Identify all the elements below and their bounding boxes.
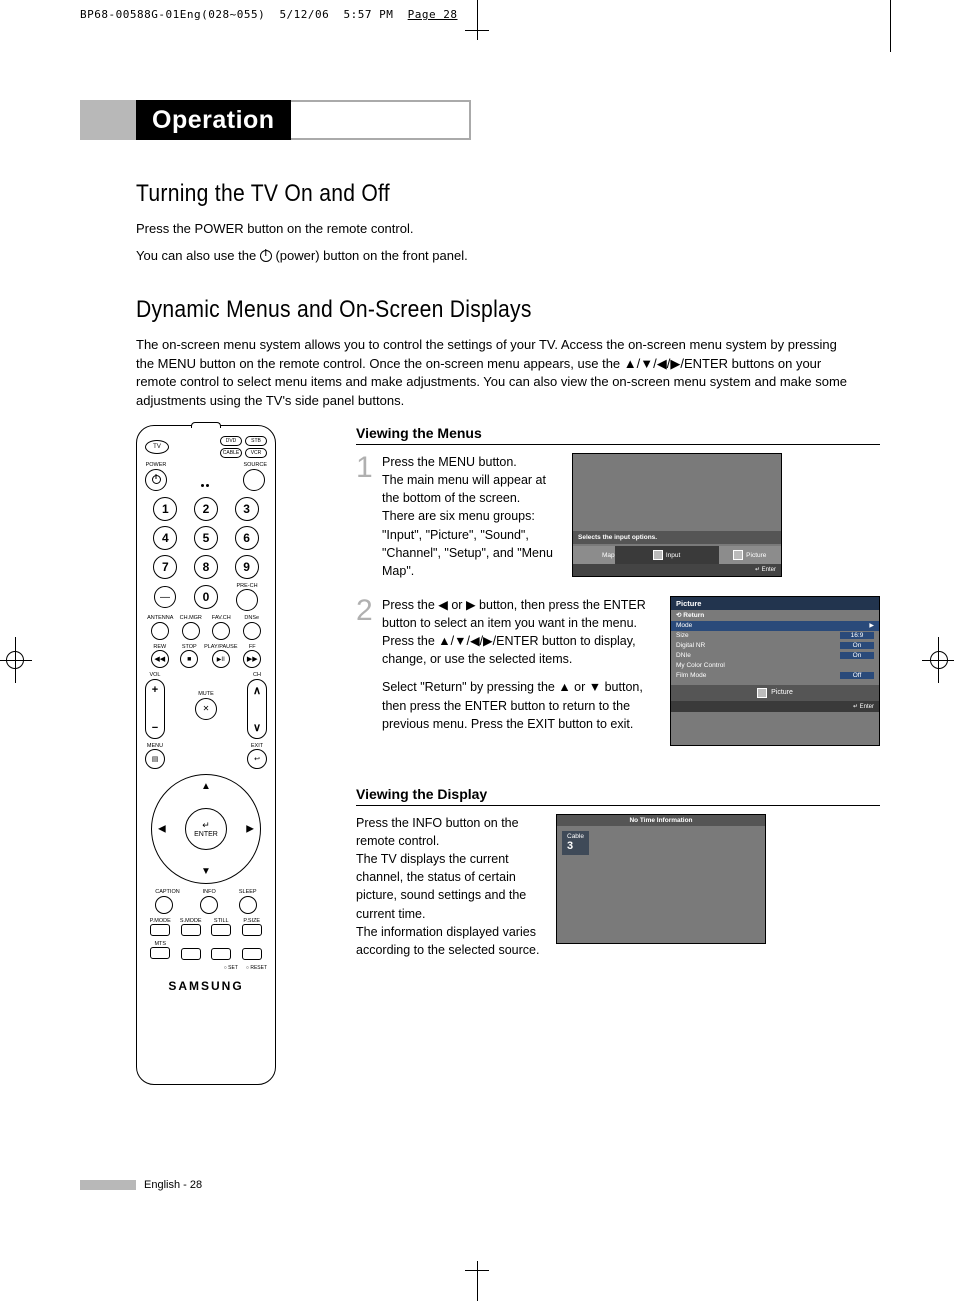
mts-button	[150, 947, 170, 959]
digit-3: 3	[235, 497, 259, 521]
dvd-button: DVD	[220, 436, 242, 446]
print-job-header: BP68-00588G-01Eng(028~055) 5/12/06 5:57 …	[80, 8, 458, 21]
volume-rocker: +−	[145, 679, 165, 739]
digit-2: 2	[194, 497, 218, 521]
body-text: You can also use the (power) button on t…	[136, 247, 856, 266]
pmode-button	[150, 924, 170, 936]
cable-button: CABLE	[220, 448, 242, 458]
digit-0: 0	[194, 585, 218, 609]
digit-5: 5	[194, 526, 218, 550]
osd-screenshot-picture-menu: Picture ⟲ Return Mode▶Size16:9Digital NR…	[670, 596, 880, 746]
digit-6: 6	[235, 526, 259, 550]
step-number: 2	[356, 596, 382, 746]
favch-button	[212, 622, 230, 640]
dpad: ▲ ▼ ◀ ▶ ↵ENTER	[151, 774, 261, 884]
heading-viewing-menus: Viewing the Menus	[356, 425, 880, 445]
step-text: Press the MENU button. The main menu wil…	[382, 453, 572, 580]
prech-button	[236, 589, 258, 611]
dnse-button	[243, 622, 261, 640]
osd-menu-row: Digital NROn	[671, 641, 879, 651]
play-pause-button: ▶II	[212, 650, 230, 668]
remote-control-diagram: TV DVD STB CABLE VCR POWER	[136, 425, 276, 1085]
osd-menu-row: Size16:9	[671, 631, 879, 641]
chmgr-button	[182, 622, 200, 640]
power-button	[145, 469, 167, 491]
digit-1: 1	[153, 497, 177, 521]
right-arrow-icon: ▶	[246, 824, 254, 835]
sleep-button	[239, 896, 257, 914]
vcr-button: VCR	[245, 448, 267, 458]
section-title: Operation	[80, 100, 880, 140]
osd-menu-row: Mode▶	[671, 621, 879, 631]
still-button	[211, 924, 231, 936]
crop-mark	[890, 0, 891, 52]
digit-7: 7	[153, 555, 177, 579]
down-arrow-icon: ▼	[201, 866, 211, 877]
osd-menu-row: Film ModeOff	[671, 671, 879, 681]
smode-button	[181, 924, 201, 936]
channel-rocker: ∧∨	[247, 679, 267, 739]
blank-button	[181, 948, 201, 960]
dash-button: —	[154, 586, 176, 608]
left-arrow-icon: ◀	[158, 824, 166, 835]
caption-button	[155, 896, 173, 914]
register-mark	[0, 660, 32, 661]
psize-button	[242, 924, 262, 936]
register-mark	[922, 660, 954, 661]
crop-mark	[465, 1270, 489, 1271]
input-icon	[653, 550, 663, 560]
mute-button: ✕	[195, 698, 217, 720]
stb-button: STB	[245, 436, 267, 446]
osd-menu-row: My Color Control	[671, 661, 879, 671]
page-content: Operation Turning the TV On and Off Pres…	[80, 100, 880, 1085]
osd-screenshot-main-menu: Selects the input options. Map Input Pic…	[572, 453, 782, 577]
osd-screenshot-info-display: No Time Information Cable 3	[556, 814, 766, 944]
picture-icon	[733, 550, 743, 560]
tv-button: TV	[145, 440, 169, 454]
picture-icon	[757, 688, 767, 698]
stop-button: ■	[180, 650, 198, 668]
heading-dynamic-menus: Dynamic Menus and On-Screen Displays	[136, 296, 791, 324]
body-text: The on-screen menu system allows you to …	[136, 336, 856, 411]
blank-button	[242, 948, 262, 960]
body-text: Press the POWER button on the remote con…	[136, 220, 856, 239]
enter-button: ↵ENTER	[185, 808, 227, 850]
brand-logo: SAMSUNG	[145, 979, 267, 993]
menu-button: ▤	[145, 749, 165, 769]
osd-menu-row: DNIeOn	[671, 651, 879, 661]
crop-mark	[477, 1261, 478, 1301]
heading-turning-on-off: Turning the TV On and Off	[136, 180, 791, 208]
step-text: Press the INFO button on the remote cont…	[356, 814, 556, 959]
crop-mark	[465, 30, 489, 31]
rew-button: ◀◀	[151, 650, 169, 668]
heading-viewing-display: Viewing the Display	[356, 786, 880, 806]
info-button	[200, 896, 218, 914]
source-button	[243, 469, 265, 491]
page-footer: English - 28	[80, 1179, 202, 1191]
digit-8: 8	[194, 555, 218, 579]
crop-mark	[477, 0, 478, 40]
power-icon	[260, 250, 272, 262]
step-text: Press the ◀ or ▶ button, then press the …	[382, 596, 670, 746]
digit-4: 4	[153, 526, 177, 550]
ff-button: ▶▶	[243, 650, 261, 668]
step-number: 1	[356, 453, 382, 580]
up-arrow-icon: ▲	[201, 781, 211, 792]
exit-button: ↩	[247, 749, 267, 769]
digit-9: 9	[235, 555, 259, 579]
antenna-button	[151, 622, 169, 640]
blank-button	[211, 948, 231, 960]
